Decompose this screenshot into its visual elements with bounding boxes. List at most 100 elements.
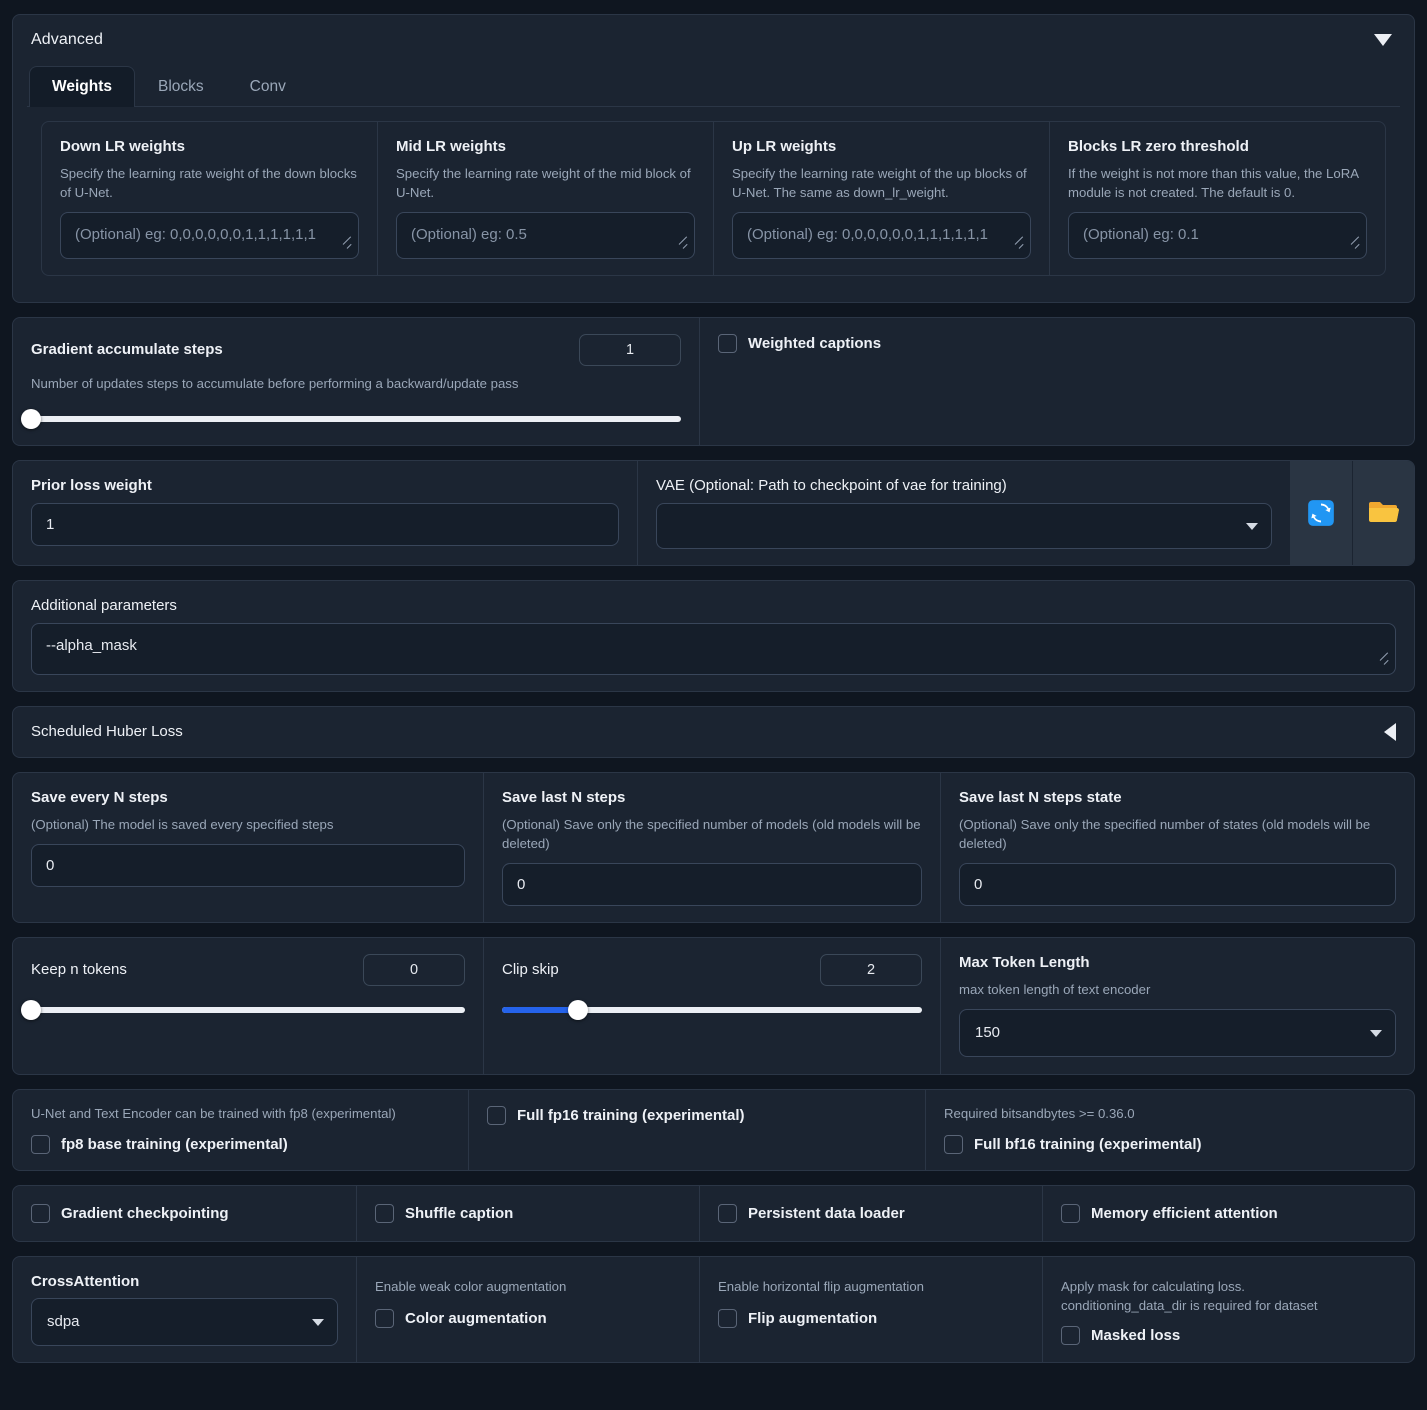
blocks-lr-zero-threshold-input[interactable] [1068,212,1367,260]
up-lr-weights-input[interactable] [732,212,1031,260]
persistent-data-loader-row[interactable]: Persistent data loader [718,1203,1024,1223]
max-token-length-value: 150 [975,1024,1001,1042]
vae-dropdown[interactable] [656,502,1272,549]
mid-lr-weights-input[interactable] [396,212,695,260]
flip-augmentation-info: Enable horizontal flip augmentation [718,1278,925,1294]
flip-augmentation-cell: Enable horizontal flip augmentation Flip… [699,1256,1042,1363]
full-fp16-training-label[interactable]: Full fp16 training (experimental) [517,1107,745,1124]
save-every-n-steps-input[interactable] [31,844,465,888]
slider-knob[interactable] [21,1000,41,1021]
save-last-n-steps-input[interactable] [502,863,922,907]
mid-lr-weights-info: Specify the learning rate weight of the … [396,165,691,200]
weighted-captions-cell: Weighted captions [699,318,1414,446]
refresh-icon [1308,500,1334,526]
mid-lr-weights-cell: Mid LR weights Specify the learning rate… [377,122,713,276]
tab-blocks[interactable]: Blocks [135,66,227,107]
up-lr-weights-info: Specify the learning rate weight of the … [732,165,1027,200]
persistent-data-loader-label[interactable]: Persistent data loader [748,1205,905,1222]
fp16-row[interactable]: Full fp16 training (experimental) [487,1106,745,1126]
fp8-info: U-Net and Text Encoder can be trained wi… [31,1106,396,1122]
tab-weights[interactable]: Weights [29,66,135,107]
cross-attention-value: sdpa [47,1313,80,1331]
slider-fill [502,1007,578,1014]
keep-n-tokens-cell: Keep n tokens 0 [13,938,483,1074]
save-last-n-steps-state-input[interactable] [959,863,1396,907]
additional-parameters-input[interactable]: --alpha_mask [31,622,1396,675]
memory-efficient-attention-row[interactable]: Memory efficient attention [1061,1203,1396,1223]
slider-knob[interactable] [21,409,41,430]
chevron-down-icon[interactable] [1374,34,1392,46]
gradient-checkpointing-row[interactable]: Gradient checkpointing [31,1203,338,1223]
masked-loss-label[interactable]: Masked loss [1091,1327,1180,1344]
vae-folder-button[interactable] [1352,461,1414,565]
keep-n-tokens-slider[interactable] [21,1000,465,1021]
blocks-lr-zero-threshold-info: If the weight is not more than this valu… [1068,165,1359,200]
cross-attention-group: CrossAttention sdpa Enable weak color au… [12,1255,1415,1364]
down-lr-weights-input[interactable] [60,212,359,260]
color-augmentation-checkbox[interactable] [375,1308,394,1328]
weights-panel: Down LR weights Specify the learning rat… [41,121,1386,277]
vae-cell: VAE (Optional: Path to checkpoint of vae… [637,461,1290,565]
prior-loss-weight-input[interactable] [31,502,619,546]
toggles-group: Gradient checkpointing Shuffle caption P… [12,1184,1415,1242]
fp8-base-training-label[interactable]: fp8 base training (experimental) [61,1136,288,1153]
color-augmentation-label[interactable]: Color augmentation [405,1310,547,1327]
gradient-checkpointing-checkbox[interactable] [31,1203,50,1223]
save-last-n-steps-label: Save last N steps [502,789,626,807]
masked-loss-checkbox[interactable] [1061,1325,1080,1345]
full-bf16-training-label[interactable]: Full bf16 training (experimental) [974,1136,1202,1153]
shuffle-caption-row[interactable]: Shuffle caption [375,1203,681,1223]
clip-skip-value[interactable]: 2 [820,954,922,987]
memory-efficient-attention-label[interactable]: Memory efficient attention [1091,1205,1278,1222]
weighted-captions-label[interactable]: Weighted captions [748,335,881,352]
gradient-checkpointing-label[interactable]: Gradient checkpointing [61,1205,229,1222]
tokens-group: Keep n tokens 0 Clip skip 2 Max Token Le… [12,937,1415,1076]
masked-loss-row[interactable]: Masked loss [1061,1325,1396,1345]
gradient-accumulate-label: Gradient accumulate steps [31,340,223,358]
full-fp16-training-checkbox[interactable] [487,1106,506,1126]
gradient-checkpointing-cell: Gradient checkpointing [13,1186,356,1241]
clip-skip-label: Clip skip [502,961,559,979]
chevron-down-icon [1370,1030,1382,1038]
slider-knob[interactable] [567,1000,588,1021]
max-token-length-info: max token length of text encoder [959,982,1151,998]
gradient-accumulate-slider[interactable] [21,409,681,430]
fp8-row[interactable]: fp8 base training (experimental) [31,1134,450,1154]
save-every-n-steps-cell: Save every N steps (Optional) The model … [13,773,483,922]
precision-group: U-Net and Text Encoder can be trained wi… [12,1089,1415,1171]
shuffle-caption-checkbox[interactable] [375,1203,394,1223]
keep-n-tokens-value[interactable]: 0 [363,954,465,987]
fp8-cell: U-Net and Text Encoder can be trained wi… [13,1090,468,1169]
additional-parameters-cell: Additional parameters --alpha_mask [13,581,1414,691]
chevron-left-icon[interactable] [1384,723,1396,742]
memory-efficient-attention-cell: Memory efficient attention [1042,1185,1414,1241]
fp8-base-training-checkbox[interactable] [31,1134,50,1154]
weighted-captions-checkbox[interactable] [718,334,737,354]
flip-augmentation-row[interactable]: Flip augmentation [718,1308,1024,1328]
masked-loss-cell: Apply mask for calculating loss. conditi… [1042,1256,1414,1363]
down-lr-weights-label: Down LR weights [60,138,185,155]
scheduled-huber-loss-accordion[interactable]: Scheduled Huber Loss [12,705,1415,759]
weighted-captions-row[interactable]: Weighted captions [718,334,1396,354]
full-bf16-training-checkbox[interactable] [944,1134,963,1154]
flip-augmentation-label[interactable]: Flip augmentation [748,1310,877,1327]
up-lr-weights-label: Up LR weights [732,138,837,155]
persistent-data-loader-checkbox[interactable] [718,1203,737,1223]
keep-n-tokens-label: Keep n tokens [31,961,127,979]
clip-skip-slider[interactable] [502,1000,922,1021]
color-augmentation-row[interactable]: Color augmentation [375,1308,681,1328]
bf16-row[interactable]: Full bf16 training (experimental) [944,1134,1396,1154]
gradient-accumulate-value[interactable]: 1 [579,334,681,367]
advanced-accordion-header[interactable]: Advanced [27,29,1400,49]
chevron-down-icon [1246,522,1258,530]
tab-conv[interactable]: Conv [227,66,309,107]
shuffle-caption-label[interactable]: Shuffle caption [405,1205,513,1222]
save-last-n-steps-state-label: Save last N steps state [959,789,1122,807]
memory-efficient-attention-checkbox[interactable] [1061,1203,1080,1223]
color-augmentation-info: Enable weak color augmentation [375,1278,567,1294]
flip-augmentation-checkbox[interactable] [718,1308,737,1328]
additional-parameters-group: Additional parameters --alpha_mask [12,579,1415,692]
cross-attention-dropdown[interactable]: sdpa [31,1298,338,1347]
vae-refresh-button[interactable] [1290,461,1352,565]
max-token-length-dropdown[interactable]: 150 [959,1009,1396,1058]
